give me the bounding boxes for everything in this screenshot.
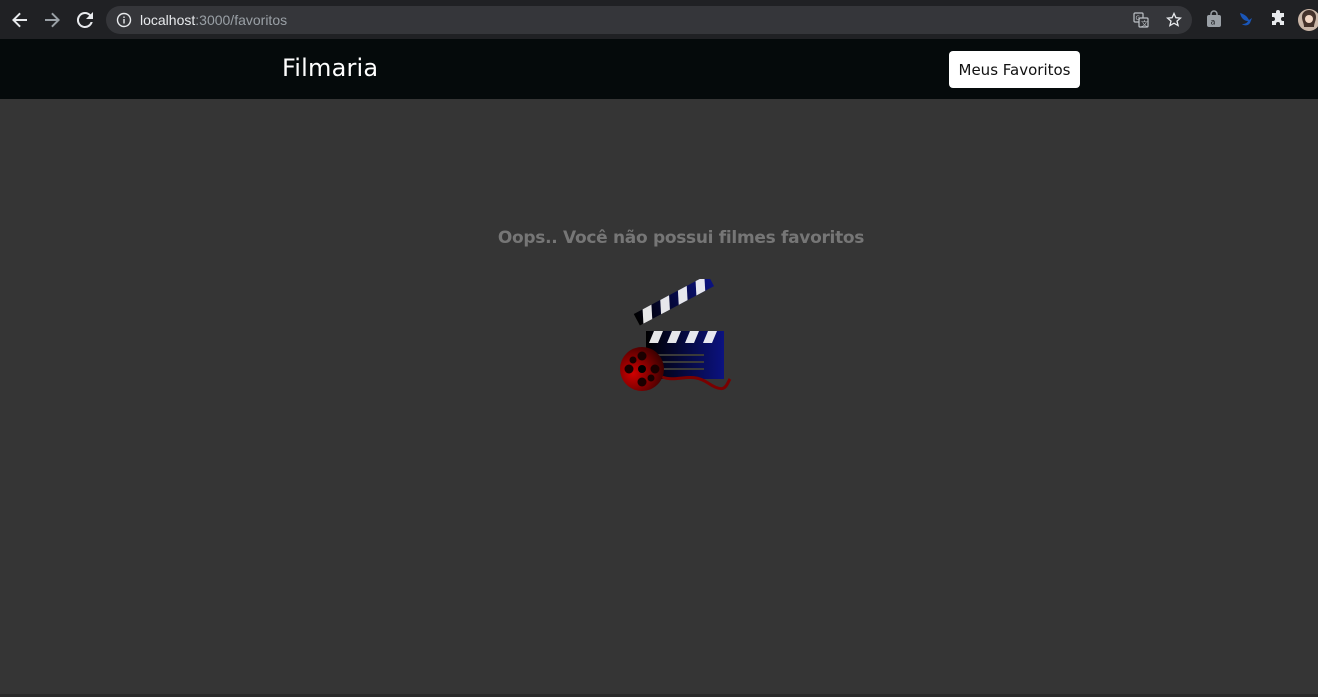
favorites-page: Oops.. Você não possui filmes favoritos (0, 99, 1318, 697)
svg-text:a: a (1211, 18, 1216, 27)
url-text: localhost:3000/favoritos (140, 12, 287, 28)
info-icon[interactable] (116, 12, 132, 28)
film-clapperboard-icon (618, 274, 734, 395)
app-header: Filmaria Meus Favoritos (0, 39, 1318, 99)
puzzle-icon[interactable] (1269, 10, 1287, 28)
svg-text:文: 文 (1141, 19, 1148, 28)
profile-avatar[interactable] (1298, 9, 1318, 31)
extension-bird-icon[interactable] (1237, 10, 1255, 28)
browser-toolbar: localhost:3000/favoritos 文G a (0, 0, 1318, 39)
svg-text:G: G (1136, 15, 1141, 22)
reload-icon[interactable] (73, 8, 97, 32)
translate-icon[interactable]: 文G (1133, 12, 1149, 28)
back-arrow-icon[interactable] (8, 8, 32, 32)
empty-favorites-message: Oops.. Você não possui filmes favoritos (497, 228, 865, 248)
brand-logo-link[interactable]: Filmaria (282, 54, 378, 82)
extension-shopping-bag-icon[interactable]: a (1205, 10, 1223, 28)
url-host: localhost (140, 12, 196, 28)
my-favorites-button[interactable]: Meus Favoritos (949, 51, 1080, 88)
forward-arrow-icon[interactable] (40, 8, 64, 32)
address-bar[interactable]: localhost:3000/favoritos 文G (106, 6, 1192, 34)
url-path: :3000/favoritos (195, 12, 288, 28)
star-icon[interactable] (1165, 11, 1183, 28)
